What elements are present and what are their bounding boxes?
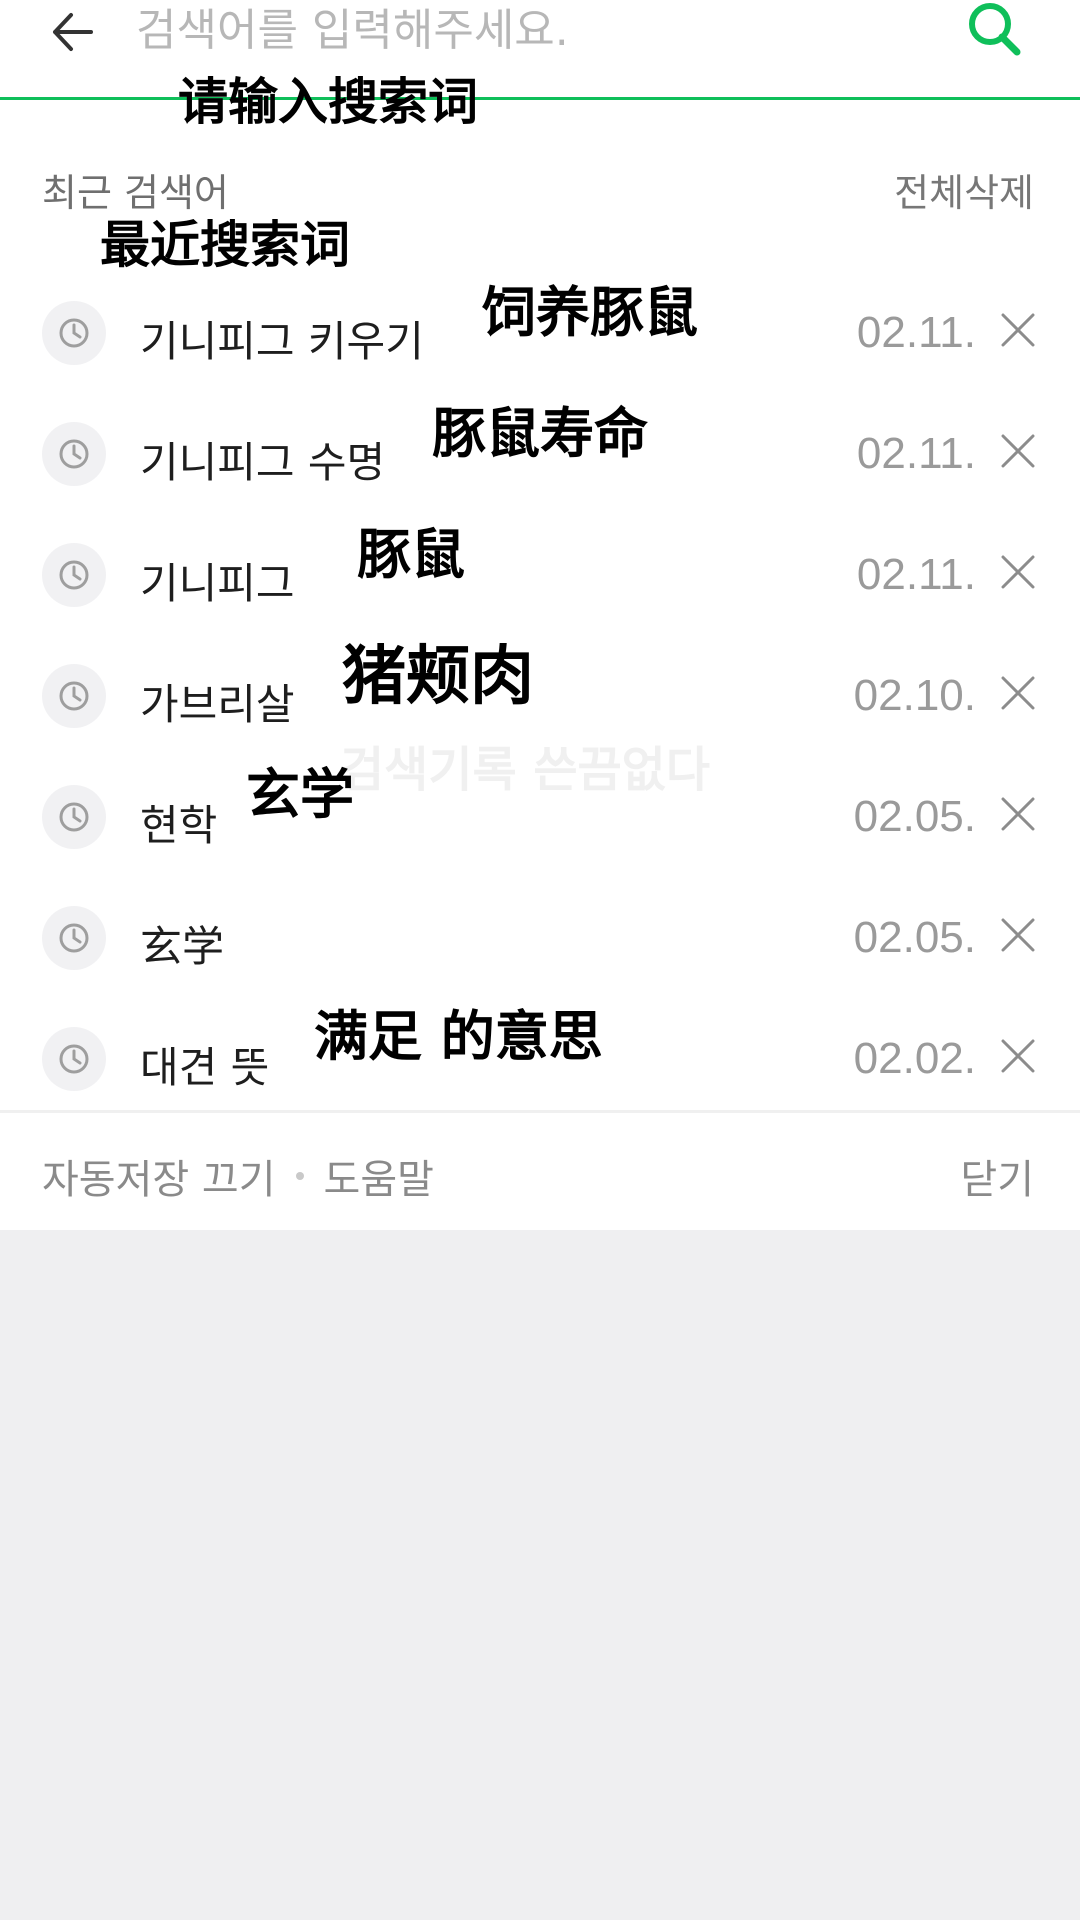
close-icon — [1001, 313, 1035, 347]
close-icon — [1001, 918, 1035, 952]
back-button[interactable] — [38, 0, 108, 64]
watermark-text: 검색기록 쓴끔없다 — [340, 742, 710, 798]
caption-item-4: 猪颊肉 — [342, 640, 534, 714]
caption-item-1: 饲养豚鼠 — [482, 281, 698, 344]
close-icon — [1001, 1039, 1035, 1073]
footer-options: 자동저장 끄기 도움말 — [42, 1147, 434, 1205]
clock-icon — [42, 543, 106, 607]
recent-search-date: 02.11. — [856, 429, 976, 478]
recent-search-date: 02.11. — [856, 550, 976, 599]
caption-item-3: 豚鼠 — [357, 523, 465, 586]
recent-search-date: 02.02. — [853, 1034, 976, 1083]
clock-icon — [42, 785, 106, 849]
recent-search-date: 02.11. — [856, 308, 976, 357]
clock-icon — [42, 906, 106, 970]
recent-search-date: 02.05. — [853, 792, 976, 841]
caption-item-7: 满足 的意思 — [314, 1005, 603, 1068]
separator-dot — [295, 1172, 304, 1180]
delete-item-button[interactable] — [996, 792, 1040, 836]
history-footer: 자동저장 끄기 도움말 닫기 — [0, 1113, 1080, 1230]
help-link[interactable]: 도움말 — [324, 1147, 434, 1205]
delete-item-button[interactable] — [996, 429, 1040, 473]
close-icon — [1001, 555, 1035, 589]
clock-icon — [42, 664, 106, 728]
caption-search-placeholder: 请输入搜索词 — [178, 73, 478, 131]
search-history-screen: 최근 검색어 전체삭제 기니피그 키우기 02.11. 기니피그 수명 02.1… — [0, 0, 1080, 1920]
close-button[interactable]: 닫기 — [960, 1147, 1034, 1205]
recent-search-term: 기니피그 수명 — [140, 438, 386, 487]
clock-icon — [42, 422, 106, 486]
clock-icon — [42, 1027, 106, 1091]
recent-search-term: 현학 — [140, 801, 218, 850]
arrow-left-icon — [53, 13, 93, 51]
autosave-off-button[interactable]: 자동저장 끄기 — [42, 1147, 276, 1205]
caption-item-2: 豚鼠寿命 — [432, 402, 648, 465]
recent-search-term: 가브리살 — [140, 680, 295, 729]
search-icon — [969, 3, 1021, 56]
delete-all-button[interactable]: 전체삭제 — [894, 162, 1034, 217]
delete-item-button[interactable] — [996, 913, 1040, 957]
recent-search-date: 02.05. — [853, 913, 976, 962]
search-input[interactable] — [136, 0, 926, 60]
search-bar — [0, 0, 1080, 100]
recent-search-item[interactable]: 기니피그 02.11. — [0, 510, 1080, 631]
close-icon — [1001, 676, 1035, 710]
recent-search-item[interactable]: 玄学 02.05. — [0, 873, 1080, 994]
delete-item-button[interactable] — [996, 308, 1040, 352]
search-button[interactable] — [960, 0, 1030, 64]
delete-item-button[interactable] — [996, 1034, 1040, 1078]
recent-search-term: 기니피그 — [140, 559, 295, 608]
delete-item-button[interactable] — [996, 671, 1040, 715]
clock-icon — [42, 301, 106, 365]
close-icon — [1001, 434, 1035, 468]
recent-search-term: 기니피그 키우기 — [140, 317, 424, 366]
recent-search-term: 대견 뜻 — [140, 1043, 270, 1092]
close-icon — [1001, 797, 1035, 831]
delete-item-button[interactable] — [996, 550, 1040, 594]
caption-recent-title: 最近搜索词 — [100, 216, 350, 274]
recent-search-term: 玄学 — [140, 922, 225, 971]
recent-search-date: 02.10. — [853, 671, 976, 720]
caption-item-5: 玄学 — [246, 763, 354, 826]
